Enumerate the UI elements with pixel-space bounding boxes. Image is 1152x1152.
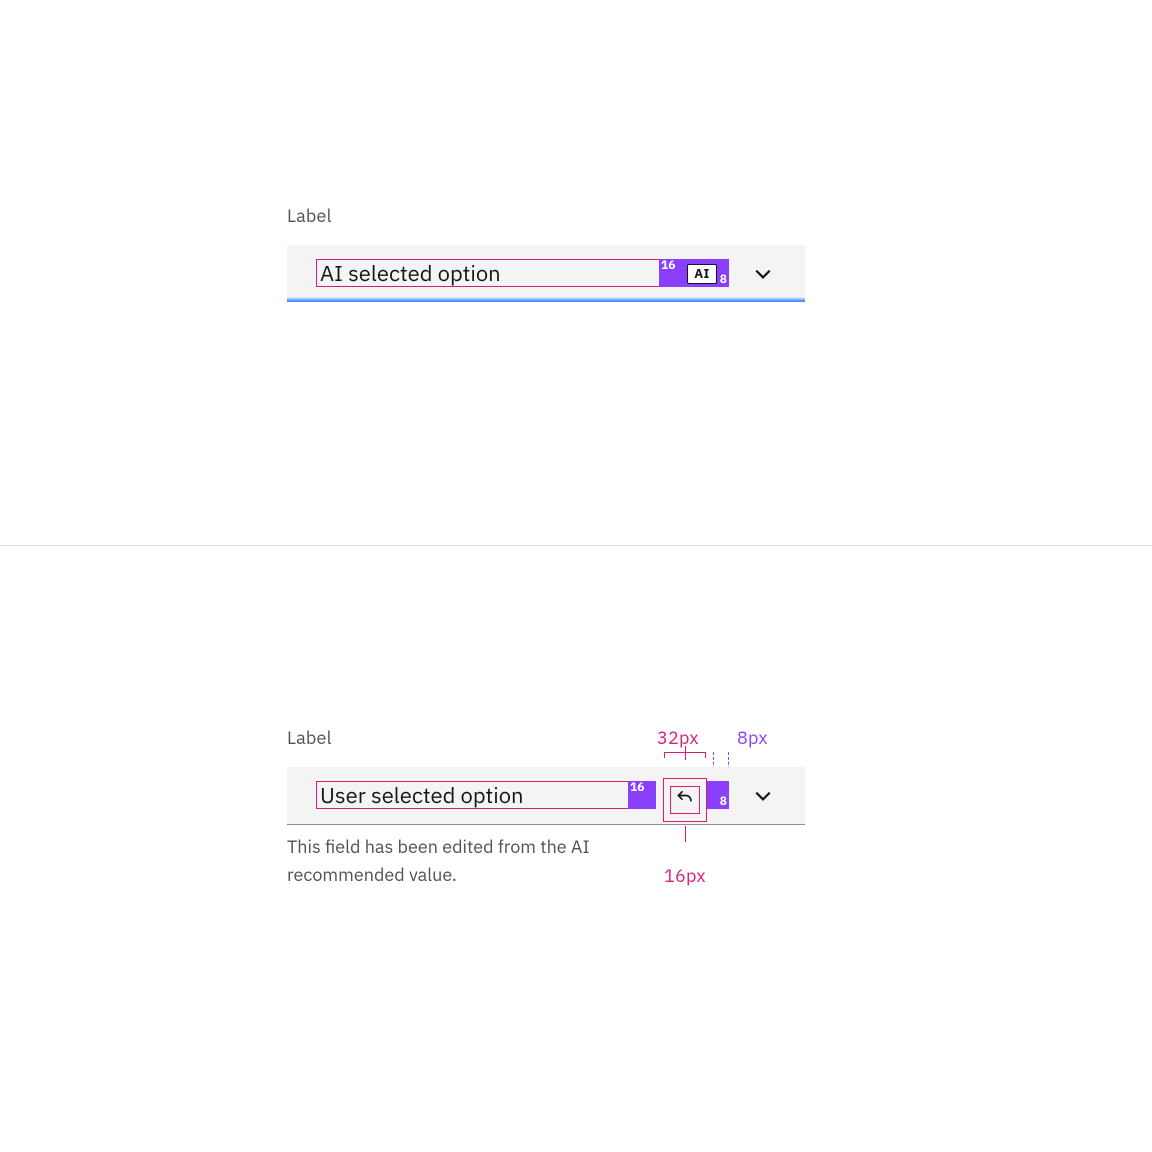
dropdown-value: User selected option <box>316 781 629 809</box>
dropdown-group-user: Label 32px 8px User selected option 16 <box>287 726 805 889</box>
helper-text: This field has been edited from the AI r… <box>287 833 649 889</box>
chevron-down-icon[interactable] <box>753 264 773 284</box>
spec-panel-ai: Label AI selected option 16 AI 8 <box>0 0 1152 545</box>
dropdown-ai-selected[interactable]: AI selected option 16 AI 8 <box>287 245 805 302</box>
dimension-32px: 32px <box>657 726 699 749</box>
undo-icon <box>675 788 695 813</box>
dimension-8px: 8px <box>737 726 768 749</box>
dropdown-group-ai: Label AI selected option 16 AI 8 <box>287 204 805 302</box>
field-label: Label <box>287 204 805 227</box>
dropdown-user-selected[interactable]: User selected option 16 8 <box>287 767 805 825</box>
dimension-tick <box>685 746 686 760</box>
revert-button[interactable] <box>670 786 700 814</box>
chevron-down-icon[interactable] <box>753 786 773 806</box>
ai-tag: AI <box>687 264 717 284</box>
spacing-value-8: 8 <box>720 273 727 287</box>
spacing-value-16: 16 <box>661 259 675 273</box>
spacing-annotation: 16 AI 8 <box>659 259 729 287</box>
dimension-16px: 16px <box>664 864 706 887</box>
dropdown-value: AI selected option <box>316 259 660 287</box>
spec-panel-user: Label 32px 8px User selected option 16 <box>0 545 1152 1152</box>
spacing-value-8: 8 <box>720 795 727 809</box>
field-label: Label <box>287 726 805 749</box>
spacing-annotation-16: 16 <box>628 781 656 809</box>
spacing-annotation-8: 8 <box>707 781 729 809</box>
revert-button-spec-box <box>663 778 707 822</box>
dimension-tick <box>685 826 686 842</box>
spacing-value-16: 16 <box>630 781 644 795</box>
